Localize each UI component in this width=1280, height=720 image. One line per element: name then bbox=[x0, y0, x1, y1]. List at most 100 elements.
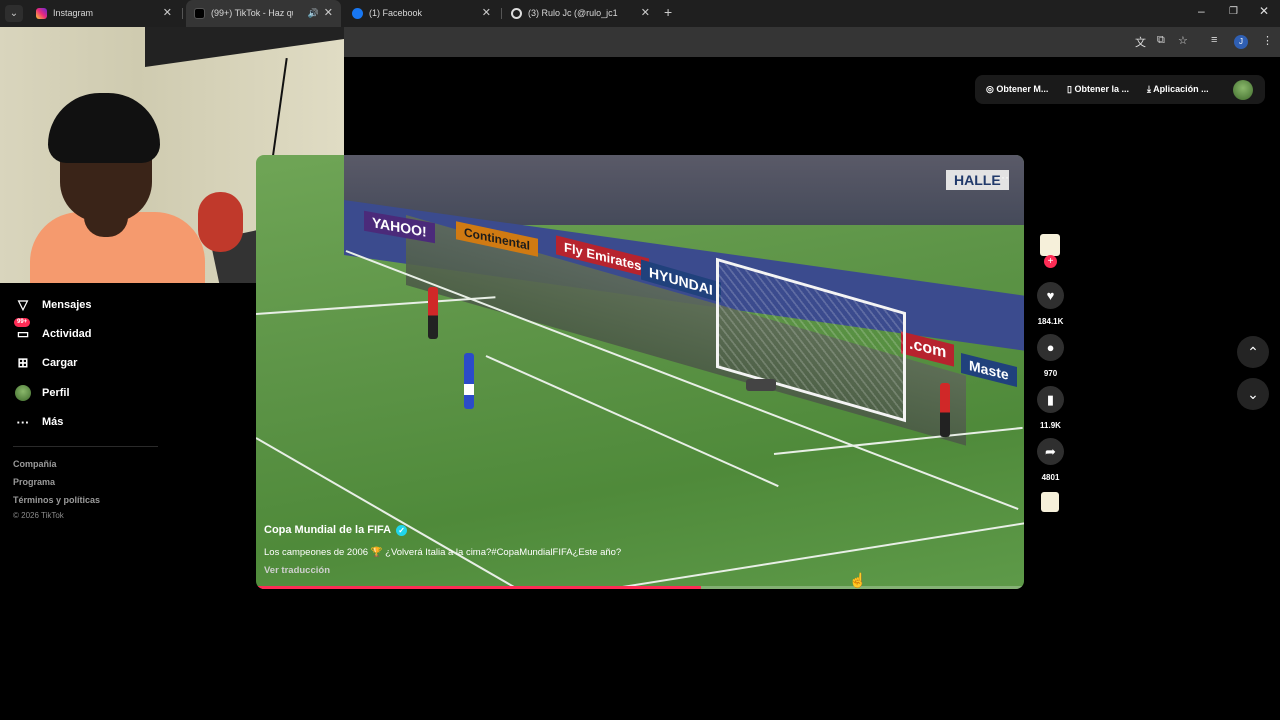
tab-threads[interactable]: (3) Rulo Jc (@rulo_jc10) • Threads ✕ bbox=[503, 0, 658, 27]
pitch-line bbox=[256, 296, 496, 315]
tiktok-icon bbox=[194, 8, 205, 19]
tab-search-button[interactable]: ⌄ bbox=[5, 5, 23, 22]
like-count: 184.1K bbox=[1037, 317, 1064, 326]
video-player[interactable]: YAHOO! Continental Fly Emirates HYUNDAI … bbox=[256, 155, 1024, 589]
tab-title: Instagram bbox=[53, 8, 94, 18]
sidebar-item-mas[interactable]: ··· Más bbox=[14, 411, 64, 433]
comment-icon: ● bbox=[1046, 340, 1055, 355]
heart-icon: ♥ bbox=[1046, 288, 1055, 303]
like-button[interactable]: ♥ bbox=[1037, 282, 1064, 309]
video-description: Los campeones de 2006 🏆 ¿Volverá Italia … bbox=[264, 547, 622, 558]
speaker-icon[interactable]: 🔊 bbox=[308, 0, 319, 27]
sidebar-item-actividad[interactable]: ▭ 99+ Actividad bbox=[14, 318, 92, 345]
media-control-icon[interactable]: ≡ bbox=[1211, 34, 1217, 46]
video-progress-bar[interactable] bbox=[256, 586, 1024, 589]
ellipsis-icon: ··· bbox=[16, 414, 30, 430]
tab-separator bbox=[501, 8, 502, 19]
instagram-icon bbox=[36, 8, 47, 19]
share-button[interactable]: ➦ bbox=[1037, 438, 1064, 465]
sidebar-divider bbox=[13, 446, 158, 447]
browser-tab-bar: ⌄ Instagram ✕ (99+) TikTok - Haz que tu … bbox=[0, 0, 1280, 27]
close-icon[interactable]: ✕ bbox=[482, 0, 491, 27]
maximize-icon[interactable]: ❐ bbox=[1229, 6, 1238, 17]
author-name: Copa Mundial de la FIFA bbox=[264, 524, 392, 536]
translate-icon[interactable]: 文 bbox=[1135, 34, 1146, 50]
sidebar-item-label: Actividad bbox=[42, 328, 92, 340]
video-progress-fill bbox=[256, 586, 702, 589]
pitch-line-box bbox=[773, 426, 1023, 455]
music-disc-icon[interactable] bbox=[1041, 492, 1059, 512]
translate-button[interactable]: Ver traducción bbox=[264, 565, 330, 576]
desktop-app-button[interactable]: ⤓ Aplicación ... bbox=[1147, 84, 1209, 95]
close-icon[interactable]: ✕ bbox=[324, 0, 333, 27]
footer-link-compania[interactable]: Compañía bbox=[13, 459, 57, 469]
player-goalkeeper bbox=[746, 379, 776, 391]
save-count: 11.9K bbox=[1040, 421, 1061, 430]
minimize-icon[interactable]: – bbox=[1198, 4, 1205, 18]
footer-link-programa[interactable]: Programa bbox=[13, 477, 55, 487]
paper-plane-icon: ▽ bbox=[18, 297, 28, 312]
webcam-background bbox=[145, 27, 344, 68]
share-count: 4801 bbox=[1041, 473, 1060, 482]
copyright-text: © 2026 TikTok bbox=[13, 511, 64, 520]
follow-plus-icon[interactable]: + bbox=[1044, 255, 1057, 268]
sidebar-item-label: Más bbox=[42, 416, 64, 428]
address-bar[interactable] bbox=[344, 30, 1129, 54]
chevron-up-icon: ⌃ bbox=[1247, 344, 1259, 360]
browser-profile-avatar[interactable]: J bbox=[1234, 35, 1248, 49]
window-close-icon[interactable]: ✕ bbox=[1259, 4, 1269, 18]
tab-title: (99+) TikTok - Haz que tu día bbox=[211, 8, 293, 18]
verified-badge-icon: ✓ bbox=[396, 524, 408, 536]
new-tab-button[interactable]: + bbox=[664, 4, 672, 20]
star-icon[interactable]: ☆ bbox=[1178, 34, 1188, 47]
plus-square-icon: ⊞ bbox=[17, 355, 29, 370]
desktop-app-label: Aplicación ... bbox=[1153, 84, 1209, 94]
share-icon: ➦ bbox=[1045, 444, 1056, 459]
tab-separator bbox=[182, 8, 183, 19]
get-coins-label: Obtener M... bbox=[996, 84, 1049, 94]
browser-menu-icon[interactable]: ⋮ bbox=[1262, 34, 1273, 47]
tab-instagram[interactable]: Instagram ✕ bbox=[28, 0, 180, 27]
comment-count: 970 bbox=[1043, 369, 1058, 378]
tab-tiktok[interactable]: (99+) TikTok - Haz que tu día 🔊 ✕ bbox=[186, 0, 341, 27]
get-coins-button[interactable]: ◎ Obtener M... bbox=[986, 84, 1048, 95]
mouse-cursor-icon: ☝ bbox=[849, 572, 867, 588]
creator-avatar[interactable] bbox=[1040, 234, 1060, 256]
pitch-line bbox=[615, 521, 1024, 589]
profile-avatar[interactable] bbox=[1233, 80, 1253, 100]
more-options-icon[interactable]: ··· bbox=[997, 170, 1009, 184]
sidebar-item-perfil[interactable]: Perfil bbox=[14, 382, 70, 404]
close-icon[interactable]: ✕ bbox=[163, 0, 172, 27]
sidebar-item-label: Mensajes bbox=[42, 299, 92, 311]
player-italy bbox=[464, 353, 474, 409]
player-referee bbox=[428, 287, 438, 339]
webcam-person-hair bbox=[48, 93, 160, 163]
sidebar-item-cargar[interactable]: ⊞ Cargar bbox=[14, 352, 78, 374]
bookmark-icon: ▮ bbox=[1046, 392, 1055, 407]
close-icon[interactable]: ✕ bbox=[641, 0, 650, 27]
webcam-second-person bbox=[198, 192, 243, 252]
footer-link-terminos[interactable]: Términos y políticas bbox=[13, 495, 100, 505]
player-assistant bbox=[940, 383, 950, 437]
get-app-label: Obtener la ... bbox=[1074, 84, 1129, 94]
cast-icon[interactable]: ⧉ bbox=[1157, 34, 1165, 47]
video-author[interactable]: Copa Mundial de la FIFA ✓ bbox=[264, 524, 408, 536]
get-app-button[interactable]: ▯ Obtener la ... bbox=[1067, 84, 1129, 95]
avatar bbox=[14, 385, 32, 402]
previous-video-button[interactable]: ⌃ bbox=[1237, 336, 1269, 368]
tab-facebook[interactable]: (1) Facebook ✕ bbox=[344, 0, 499, 27]
facebook-icon bbox=[352, 8, 363, 19]
sidebar-item-label: Perfil bbox=[42, 387, 70, 399]
sidebar-item-mensajes[interactable]: ▽ Mensajes bbox=[14, 294, 92, 316]
inbox-icon: ▭ 99+ bbox=[14, 318, 32, 342]
tab-title: (1) Facebook bbox=[369, 8, 423, 18]
ad-board-mastercard: Maste bbox=[961, 353, 1017, 387]
notification-badge: 99+ bbox=[14, 318, 31, 327]
chevron-down-icon: ⌄ bbox=[1247, 386, 1259, 402]
sidebar-item-label: Cargar bbox=[42, 357, 78, 369]
threads-icon bbox=[511, 8, 522, 19]
save-button[interactable]: ▮ bbox=[1037, 386, 1064, 413]
comment-button[interactable]: ● bbox=[1037, 334, 1064, 361]
next-video-button[interactable]: ⌄ bbox=[1237, 378, 1269, 410]
tab-title: (3) Rulo Jc (@rulo_jc10) • Threads bbox=[528, 8, 618, 18]
